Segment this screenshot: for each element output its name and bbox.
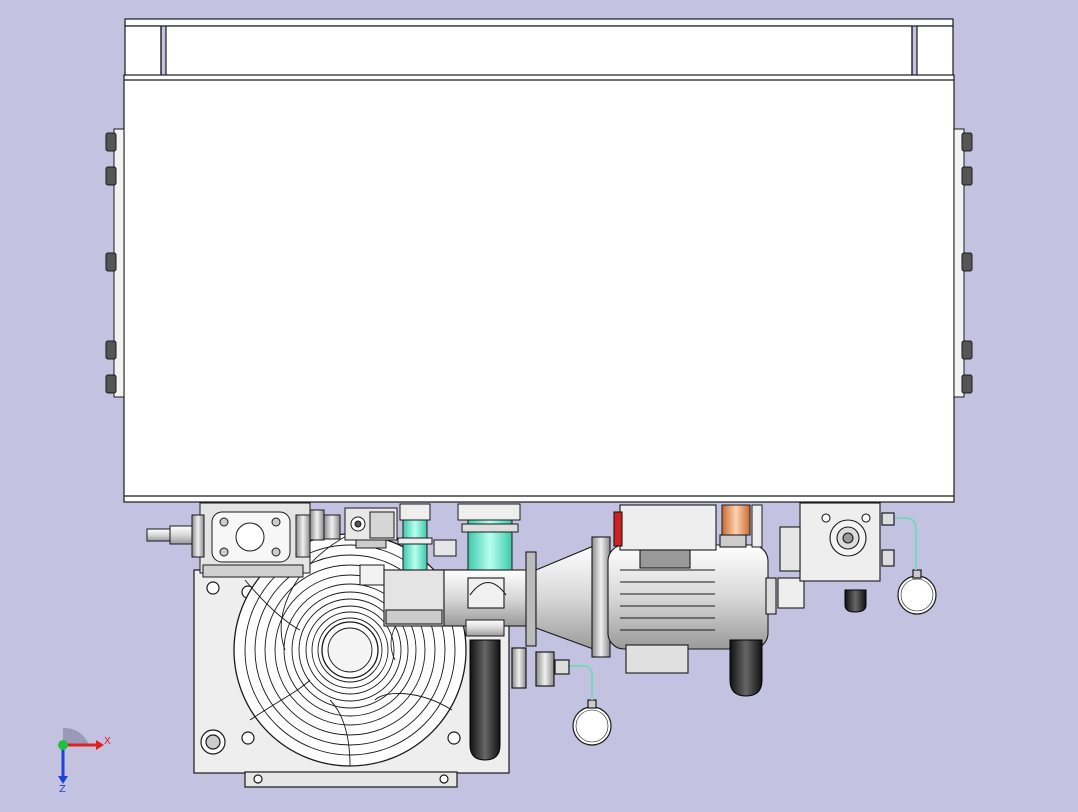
cad-viewport[interactable]: X Z [0, 0, 1078, 808]
coolant-pipes [397, 503, 521, 571]
valve-body [383, 569, 531, 627]
manifold-block [146, 502, 311, 578]
filter-block [779, 502, 881, 582]
top-rail [124, 18, 954, 77]
right-side-flanges [953, 128, 973, 398]
main-enclosure [123, 74, 955, 503]
electric-motor [591, 504, 805, 674]
assembly-drawing: X Z [58, 18, 973, 795]
left-side-flanges [105, 128, 125, 398]
axis-triad: X Z [58, 727, 111, 795]
y-axis-dot [58, 740, 68, 750]
z-axis-label: Z [59, 784, 66, 795]
x-axis-label: X [104, 736, 111, 747]
pump-coupling [525, 544, 597, 651]
